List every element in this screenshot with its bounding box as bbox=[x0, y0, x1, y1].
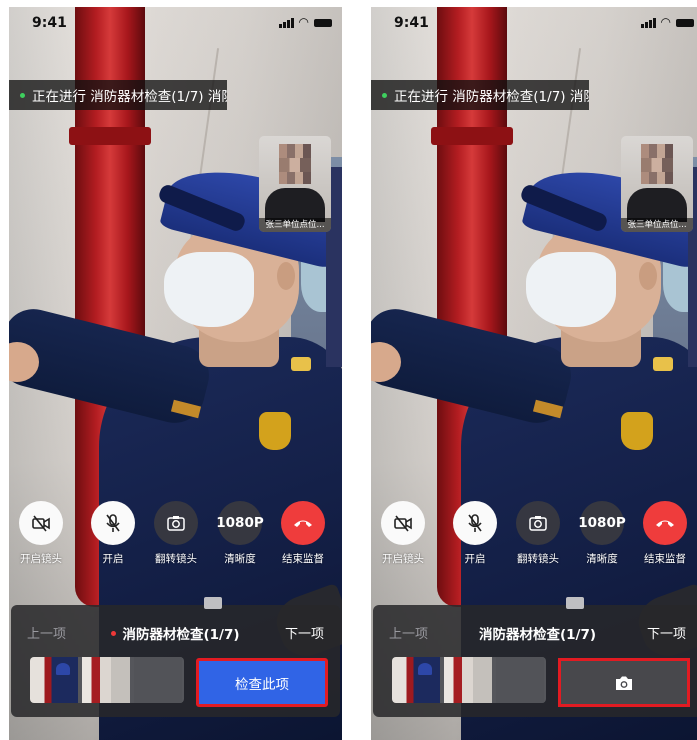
drag-handle[interactable] bbox=[566, 597, 584, 609]
photo-thumbnail-empty[interactable] bbox=[496, 657, 544, 703]
toggle-camera-control[interactable]: 开启镜头 bbox=[13, 501, 69, 566]
hang-up-icon[interactable] bbox=[281, 501, 325, 545]
photo-thumbnail[interactable] bbox=[392, 657, 440, 703]
mic-off-icon[interactable] bbox=[91, 501, 135, 545]
status-bar: 9:41 ◠ bbox=[9, 7, 342, 41]
pip-remote-video[interactable]: 张三单位点位... bbox=[259, 136, 331, 232]
control-label: 结束监督 bbox=[644, 553, 686, 565]
phone-screen-left: 9:41 ◠ 正在进行 消防器材检查(1/7) 消防 张三单位点位... 开启镜… bbox=[9, 7, 342, 740]
pip-caption: 张三单位点位... bbox=[259, 218, 331, 232]
item-title-text: 消防器材检查(1/7) bbox=[122, 627, 240, 643]
item-title-text: 消防器材检查(1/7) bbox=[478, 627, 597, 643]
control-label: 清晰度 bbox=[224, 553, 256, 565]
wifi-icon: ◠ bbox=[298, 15, 309, 29]
status-time: 9:41 bbox=[394, 15, 429, 31]
photo-thumbnails bbox=[30, 657, 184, 703]
battery-icon bbox=[314, 19, 332, 27]
control-label: 结束监督 bbox=[282, 553, 324, 565]
photo-thumbnails bbox=[392, 657, 546, 703]
flip-camera-icon[interactable] bbox=[154, 501, 198, 545]
mic-off-icon[interactable] bbox=[453, 501, 497, 545]
live-banner: 正在进行 消防器材检查(1/7) 消防 bbox=[371, 80, 589, 110]
end-supervision-control[interactable]: 结束监督 bbox=[275, 501, 331, 566]
live-banner: 正在进行 消防器材检查(1/7) 消防 bbox=[9, 80, 227, 110]
control-label: 清晰度 bbox=[586, 553, 618, 565]
control-label: 翻转镜头 bbox=[517, 553, 559, 565]
control-label: 开启 bbox=[102, 553, 124, 565]
hang-up-icon[interactable] bbox=[643, 501, 687, 545]
photo-thumbnail-empty[interactable] bbox=[134, 657, 182, 703]
photo-thumbnail[interactable] bbox=[444, 657, 492, 703]
drag-handle[interactable] bbox=[204, 597, 222, 609]
control-label: 开启 bbox=[464, 553, 486, 565]
live-dot-icon bbox=[382, 92, 387, 98]
camera-off-icon[interactable] bbox=[381, 501, 425, 545]
resolution-value: 1080P bbox=[216, 515, 264, 531]
live-dot-icon bbox=[20, 92, 25, 98]
flip-camera-icon[interactable] bbox=[516, 501, 560, 545]
take-photo-button[interactable] bbox=[558, 658, 690, 707]
recording-dot-icon bbox=[111, 630, 117, 636]
toggle-mic-control[interactable]: 开启 bbox=[447, 501, 503, 566]
phone-screen-right: 9:41 ◠ 正在进行 消防器材检查(1/7) 消防 张三单位点位... 开启镜… bbox=[371, 7, 697, 740]
signal-icon bbox=[278, 17, 294, 28]
control-label: 翻转镜头 bbox=[155, 553, 197, 565]
call-controls: 开启镜头 开启 翻转镜头 1080P 清晰度 结束监督 bbox=[371, 501, 697, 571]
next-item-button[interactable]: 下一项 bbox=[647, 623, 686, 642]
pixelated-face bbox=[279, 144, 311, 184]
battery-icon bbox=[676, 19, 694, 27]
resolution-control[interactable]: 1080P 清晰度 bbox=[574, 501, 630, 566]
banner-text: 正在进行 消防器材检查(1/7) 消防 bbox=[32, 89, 227, 105]
next-item-button[interactable]: 下一项 bbox=[285, 623, 324, 642]
toggle-mic-control[interactable]: 开启 bbox=[85, 501, 141, 566]
control-label: 开启镜头 bbox=[382, 553, 424, 565]
camera-off-icon[interactable] bbox=[19, 501, 63, 545]
resolution-control[interactable]: 1080P 清晰度 bbox=[212, 501, 268, 566]
flip-camera-control[interactable]: 翻转镜头 bbox=[510, 501, 566, 566]
banner-text: 正在进行 消防器材检查(1/7) 消防 bbox=[394, 89, 589, 105]
end-supervision-control[interactable]: 结束监督 bbox=[637, 501, 693, 566]
inspection-panel: 上一项 消防器材检查(1/7) 下一项 检查此项 bbox=[11, 597, 340, 717]
flip-camera-control[interactable]: 翻转镜头 bbox=[148, 501, 204, 566]
camera-icon bbox=[616, 676, 632, 690]
pip-caption: 张三单位点位... bbox=[621, 218, 693, 232]
resolution-value: 1080P bbox=[578, 515, 626, 531]
signal-icon bbox=[640, 17, 656, 28]
photo-thumbnail[interactable] bbox=[82, 657, 130, 703]
status-bar: 9:41 ◠ bbox=[371, 7, 697, 41]
inspection-panel: 上一项 消防器材检查(1/7) 下一项 bbox=[373, 597, 697, 717]
toggle-camera-control[interactable]: 开启镜头 bbox=[375, 501, 431, 566]
resolution-button[interactable]: 1080P bbox=[216, 501, 264, 545]
photo-thumbnail[interactable] bbox=[30, 657, 78, 703]
check-item-button[interactable]: 检查此项 bbox=[196, 658, 328, 707]
call-controls: 开启镜头 开启 翻转镜头 1080P 清晰度 结束监督 bbox=[9, 501, 342, 571]
pip-remote-video[interactable]: 张三单位点位... bbox=[621, 136, 693, 232]
control-label: 开启镜头 bbox=[20, 553, 62, 565]
wifi-icon: ◠ bbox=[660, 15, 671, 29]
resolution-button[interactable]: 1080P bbox=[578, 501, 626, 545]
status-time: 9:41 bbox=[32, 15, 67, 31]
pixelated-face bbox=[641, 144, 673, 184]
